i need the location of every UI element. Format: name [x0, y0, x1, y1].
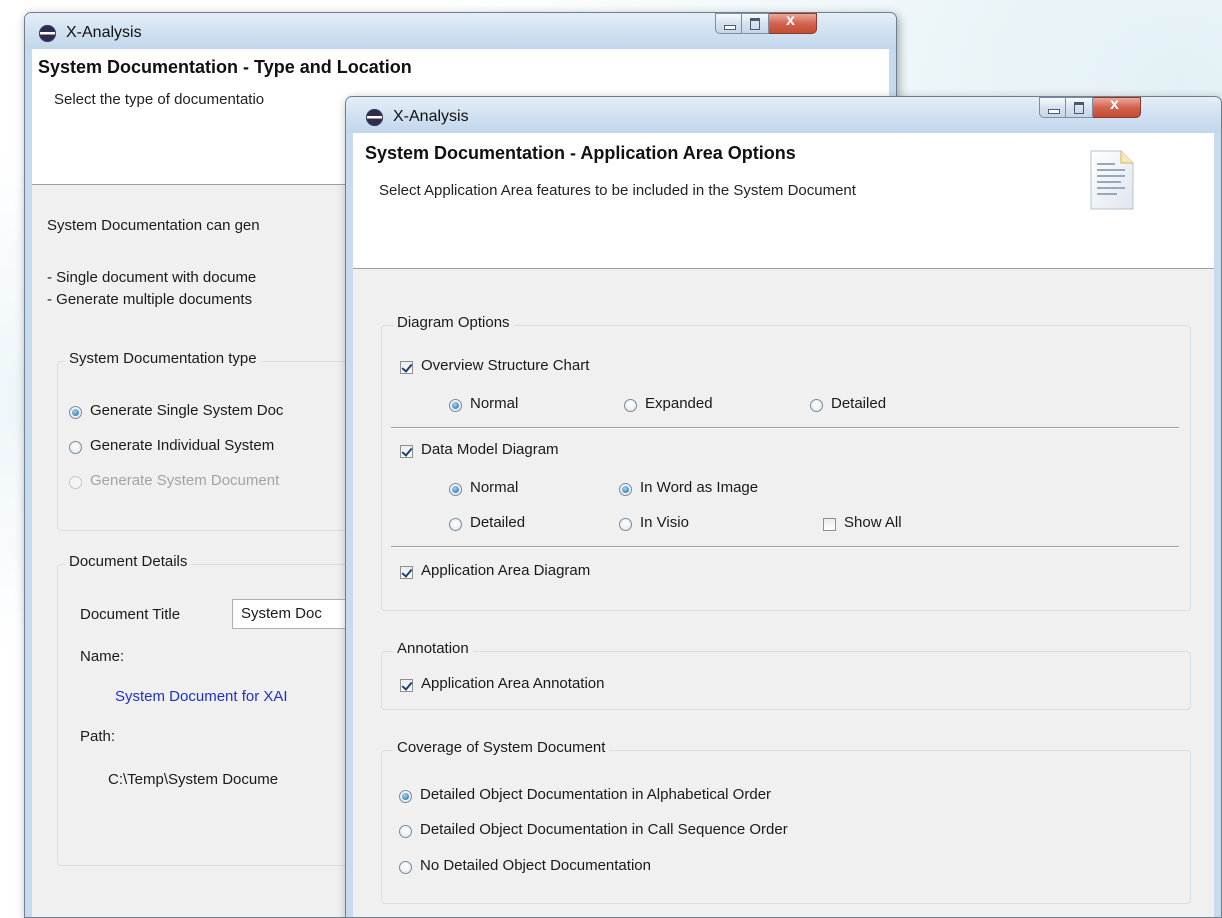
show-all-label[interactable]: Show All: [844, 514, 902, 531]
overview-radio-expanded[interactable]: [624, 399, 637, 412]
diagram-separator-1: [391, 427, 1179, 429]
overview-chart-checkbox[interactable]: [400, 361, 413, 374]
annotation-title: Annotation: [393, 640, 473, 657]
front-window-titlebar[interactable]: X-Analysis: [346, 96, 1221, 133]
data-model-radio-visio[interactable]: [619, 518, 632, 531]
app-globe-icon: [39, 25, 56, 42]
banner-title: System Documentation - Application Area …: [365, 143, 796, 163]
data-model-radio-detailed-label[interactable]: Detailed: [470, 514, 525, 531]
show-all-checkbox[interactable]: [823, 518, 836, 531]
data-model-radio-visio-label[interactable]: In Visio: [640, 514, 689, 531]
name-label: Name:: [80, 648, 125, 665]
data-model-checkbox[interactable]: [400, 445, 413, 458]
app-area-diagram-checkbox[interactable]: [400, 566, 413, 579]
radio-individual-doc-label[interactable]: Generate Individual System: [90, 437, 274, 454]
data-model-label[interactable]: Data Model Diagram: [421, 441, 559, 458]
data-model-radio-detailed[interactable]: [449, 518, 462, 531]
banner-title: System Documentation - Type and Location: [38, 57, 412, 77]
minimize-button[interactable]: [715, 13, 742, 34]
maximize-button[interactable]: [1066, 97, 1093, 118]
app-area-diagram-label[interactable]: Application Area Diagram: [421, 562, 590, 579]
overview-radio-expanded-label[interactable]: Expanded: [645, 395, 713, 412]
doc-details-group-title: Document Details: [65, 553, 192, 570]
wizard-banner: System Documentation - Application Area …: [353, 133, 1214, 269]
overview-radio-detailed-label[interactable]: Detailed: [831, 395, 886, 412]
banner-subtitle: Select the type of documentatio: [54, 91, 265, 108]
radio-single-doc-label[interactable]: Generate Single System Doc: [90, 402, 283, 419]
back-window-titlebar[interactable]: X-Analysis: [25, 12, 896, 49]
banner-subtitle: Select Application Area features to be i…: [379, 182, 856, 199]
overview-chart-label[interactable]: Overview Structure Chart: [421, 357, 589, 374]
path-label: Path:: [80, 728, 116, 745]
window-title: X-Analysis: [66, 24, 142, 41]
doc-title-label: Document Title: [80, 606, 181, 623]
overview-radio-detailed[interactable]: [810, 399, 823, 412]
doc-type-group-title: System Documentation type: [65, 350, 261, 367]
front-window[interactable]: X-Analysis System Documentation - Applic…: [345, 96, 1222, 918]
coverage-radio-none-label[interactable]: No Detailed Object Documentation: [420, 857, 651, 874]
path-value: C:\Temp\System Docume: [108, 771, 279, 788]
coverage-radio-none[interactable]: [399, 861, 412, 874]
coverage-radio-call-sequence[interactable]: [399, 825, 412, 838]
data-model-radio-word-image[interactable]: [619, 483, 632, 496]
bullet-single: - Single document with docume: [47, 269, 257, 286]
overview-radio-normal-label[interactable]: Normal: [470, 395, 518, 412]
data-model-radio-normal[interactable]: [449, 483, 462, 496]
coverage-title: Coverage of System Document: [393, 739, 610, 756]
bullet-multiple: - Generate multiple documents: [47, 291, 253, 308]
maximize-button[interactable]: [742, 13, 769, 34]
diagram-options-title: Diagram Options: [393, 314, 514, 331]
close-button[interactable]: [769, 12, 817, 34]
app-area-annotation-label[interactable]: Application Area Annotation: [421, 675, 604, 692]
coverage-radio-alphabetical-label[interactable]: Detailed Object Documentation in Alphabe…: [420, 786, 771, 803]
overview-radio-normal[interactable]: [449, 399, 462, 412]
radio-system-doc-label: Generate System Document: [90, 472, 280, 489]
app-globe-icon: [366, 109, 383, 126]
intro-text: System Documentation can gen: [47, 217, 260, 234]
radio-single-doc[interactable]: [69, 406, 82, 419]
diagram-separator-2: [391, 546, 1179, 548]
name-link[interactable]: System Document for XAI: [115, 688, 288, 705]
coverage-radio-alphabetical[interactable]: [399, 790, 412, 803]
coverage-radio-call-sequence-label[interactable]: Detailed Object Documentation in Call Se…: [420, 821, 788, 838]
data-model-radio-word-image-label[interactable]: In Word as Image: [640, 479, 758, 496]
close-button[interactable]: [1093, 96, 1141, 118]
radio-individual-doc[interactable]: [69, 441, 82, 454]
data-model-radio-normal-label[interactable]: Normal: [470, 479, 518, 496]
front-window-client: System Documentation - Application Area …: [353, 133, 1214, 917]
window-title: X-Analysis: [393, 108, 469, 125]
radio-system-doc-disabled: [69, 476, 82, 489]
document-icon: [1090, 150, 1134, 210]
minimize-button[interactable]: [1039, 97, 1066, 118]
app-area-annotation-checkbox[interactable]: [400, 679, 413, 692]
